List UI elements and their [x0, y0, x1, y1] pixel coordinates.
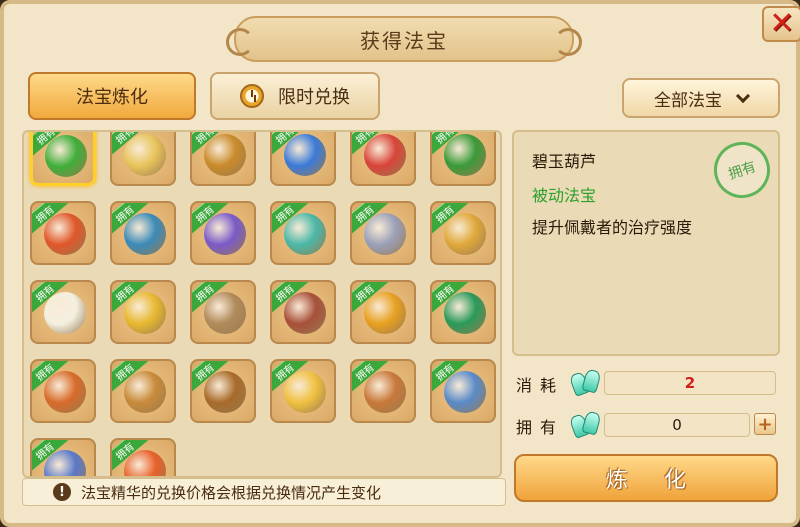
treasure-slot[interactable]: 拥有 — [30, 280, 96, 344]
green-dragon-icon — [444, 134, 486, 176]
treasure-slot[interactable]: 拥有 — [190, 280, 256, 344]
treasure-slot[interactable]: 拥有 — [430, 132, 496, 186]
crossbow-icon — [204, 371, 246, 413]
treasure-slot[interactable]: 拥有 — [270, 201, 336, 265]
exchange-panel: 获得法宝 ✕ 法宝炼化 限时兑换 全部法宝 拥有 拥有 拥有 拥有 拥有 拥有 拥有 拥有 拥有… — [0, 0, 800, 527]
treasure-slot[interactable]: 拥有 — [430, 359, 496, 423]
golden-fan-icon — [124, 292, 166, 334]
open-book-icon — [444, 371, 486, 413]
jade-essence-icon — [570, 370, 600, 394]
treasure-type: 被动法宝 — [532, 186, 597, 205]
treasure-slot[interactable]: 拥有 — [270, 280, 336, 344]
treasure-slot[interactable]: 拥有 — [270, 132, 336, 186]
golden-bell-icon — [364, 292, 406, 334]
cost-label: 消耗 — [516, 376, 565, 395]
owned-value-bar: 0 — [604, 413, 750, 437]
pagoda-icon — [364, 213, 406, 255]
treasure-slot[interactable]: 拥有 — [110, 201, 176, 265]
treasure-slot[interactable]: 拥有 — [110, 359, 176, 423]
owned-stamp: 拥有 — [706, 134, 778, 206]
tip-bar: ! 法宝精华的兑换价格会根据兑换情况产生变化 — [22, 478, 506, 506]
scroll-icon — [364, 371, 406, 413]
blue-gem-icon — [284, 134, 326, 176]
flame-sword-icon — [44, 213, 86, 255]
armored-guardian-icon — [204, 213, 246, 255]
cost-value: 2 — [684, 374, 696, 392]
treasure-name: 碧玉葫芦 — [532, 152, 597, 171]
gourd-icon — [45, 135, 87, 177]
blue-beast-icon — [124, 213, 166, 255]
treasure-detail: 碧玉葫芦 被动法宝 提升佩戴者的治疗强度 拥有 — [512, 130, 780, 356]
filter-dropdown[interactable]: 全部法宝 — [622, 78, 780, 118]
treasure-slot[interactable]: 拥有 — [190, 359, 256, 423]
filter-label: 全部法宝 — [654, 90, 722, 111]
green-umbrella-icon — [444, 292, 486, 334]
tab-refine-label: 法宝炼化 — [76, 87, 148, 108]
owned-value: 0 — [672, 416, 682, 434]
treasure-slot[interactable]: 拥有 — [350, 201, 416, 265]
stone-seal-icon — [284, 292, 326, 334]
treasure-slot[interactable]: 拥有 — [30, 132, 96, 186]
puppet-icon — [204, 292, 246, 334]
tip-text: 法宝精华的兑换价格会根据兑换情况产生变化 — [81, 483, 382, 502]
tab-limited-exchange-label: 限时兑换 — [278, 87, 350, 108]
exclamation-icon: ! — [53, 483, 71, 501]
clock-icon — [240, 84, 264, 108]
treasure-slot[interactable]: 拥有 — [30, 359, 96, 423]
tab-refine[interactable]: 法宝炼化 — [28, 72, 196, 120]
treasure-slot[interactable]: 拥有 — [30, 201, 96, 265]
refine-button[interactable]: 炼化 — [514, 454, 778, 502]
tab-limited-exchange[interactable]: 限时兑换 — [210, 72, 380, 120]
beast-mask-icon — [124, 371, 166, 413]
golden-gourd-icon — [284, 371, 326, 413]
treasure-bag-icon — [204, 134, 246, 176]
ghost-scroll-icon — [44, 292, 86, 334]
treasure-slot[interactable]: 拥有 — [190, 201, 256, 265]
treasure-grid: 拥有 拥有 拥有 拥有 拥有 拥有 拥有 拥有 拥有 拥有 拥有 拥有 拥有 拥有 拥有 拥有 拥有 拥有 拥有 拥有… — [22, 130, 502, 478]
chevron-down-icon — [735, 88, 751, 104]
treasure-description: 提升佩戴者的治疗强度 — [532, 218, 693, 237]
treasure-slot[interactable]: 拥有 — [190, 132, 256, 186]
treasure-slot[interactable]: 拥有 — [350, 280, 416, 344]
golden-pagoda-icon — [444, 213, 486, 255]
treasure-slot[interactable]: 拥有 — [110, 132, 176, 186]
red-orb-icon — [364, 134, 406, 176]
jade-essence-icon — [570, 412, 600, 436]
treasure-slot[interactable]: 拥有 — [30, 438, 96, 476]
coiled-rope-icon — [44, 371, 86, 413]
panel-title: 获得法宝 — [226, 16, 574, 62]
treasure-slot[interactable]: 拥有 — [110, 280, 176, 344]
add-button[interactable]: + — [754, 413, 776, 435]
treasure-slot[interactable]: 拥有 — [430, 280, 496, 344]
cost-value-bar: 2 — [604, 371, 776, 395]
jade-chariot-icon — [284, 213, 326, 255]
close-icon: ✕ — [769, 6, 795, 41]
treasure-slot[interactable]: 拥有 — [350, 359, 416, 423]
crossed-swords-icon — [124, 134, 166, 176]
treasure-slot[interactable]: 拥有 — [270, 359, 336, 423]
owned-label: 拥有 — [516, 418, 565, 437]
treasure-slot[interactable]: 拥有 — [350, 132, 416, 186]
treasure-slot[interactable]: 拥有 — [430, 201, 496, 265]
close-button[interactable]: ✕ — [762, 6, 800, 42]
treasure-slot[interactable]: 拥有 — [110, 438, 176, 476]
